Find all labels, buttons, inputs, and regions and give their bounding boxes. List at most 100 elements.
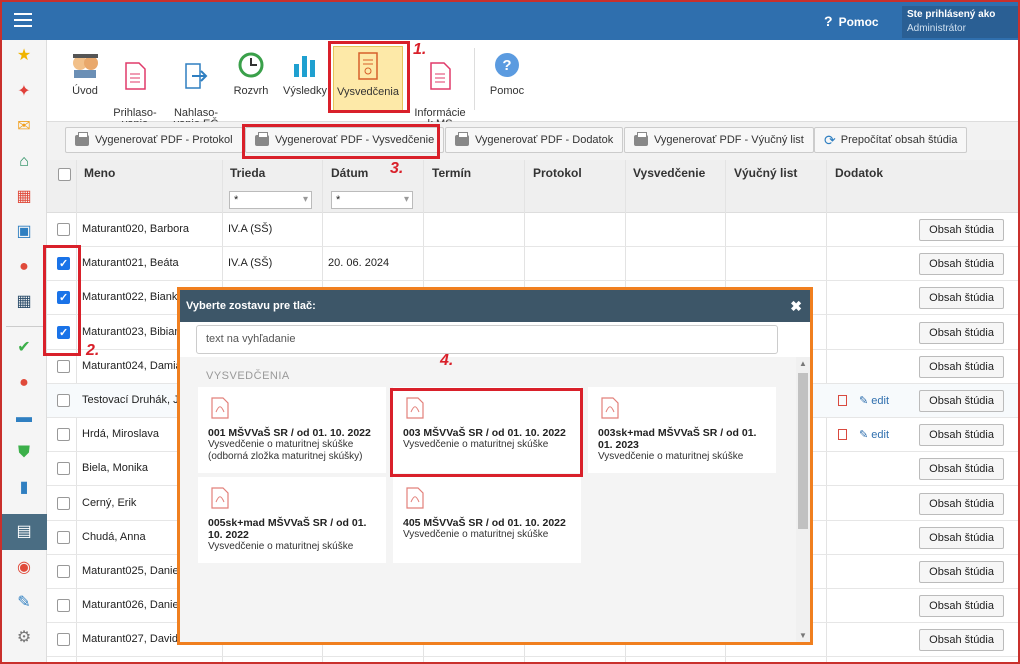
obsah-studia-button[interactable]: Obsah štúdia (919, 492, 1004, 515)
toolbar-label: Úvod (72, 85, 98, 97)
select-all-checkbox[interactable] (58, 168, 71, 181)
row-checkbox[interactable] (57, 462, 70, 476)
obsah-studia-button[interactable]: Obsah štúdia (919, 561, 1004, 583)
menu-icon[interactable] (14, 13, 32, 27)
col-termin[interactable]: Termín (432, 166, 471, 180)
row-checkbox[interactable] (57, 394, 70, 407)
recalculate-button[interactable]: ⟳ Prepočítať obsah štúdia (814, 127, 968, 153)
user-box[interactable]: Ste prihlásený ako Administrátor (902, 6, 1018, 38)
student-name: Biela, Monika (82, 462, 149, 475)
question-icon: ? (824, 13, 833, 29)
table-row[interactable]: Maturant020, Barbora IV.A (SŠ) Obsah štúdi… (47, 213, 1018, 247)
row-checkbox[interactable] (57, 565, 70, 578)
row-checkbox[interactable] (57, 633, 70, 647)
obsah-studia-button[interactable]: Obsah štúdia (919, 526, 1004, 549)
report-card[interactable]: 005sk+mad MŠVVaŠ SR / od 01. 10. 2022 Vys… (198, 477, 386, 563)
pdf-icon (406, 487, 424, 509)
help-link[interactable]: ? Pomoc (824, 13, 879, 29)
row-checkbox[interactable] (57, 223, 70, 236)
button-label: Vygenerovať PDF - Výučný list (654, 134, 804, 146)
chat-icon[interactable]: ◉ (14, 558, 34, 578)
col-vysvedcenie[interactable]: Vysvedčenie (633, 166, 705, 180)
report-desc: Vysvedčenie o maturitnej skúške (208, 541, 354, 552)
generate-vyucny-list-button[interactable]: Vygenerovať PDF - Výučný list (624, 127, 814, 153)
trieda-filter[interactable]: * (229, 191, 312, 209)
mail-icon[interactable]: ✉ (14, 117, 34, 137)
search-input[interactable]: text na vyhľadanie (196, 325, 778, 354)
module-toolbar: Úvod Prihlaso- vanie Nahlaso- vanie EČ R… (47, 40, 1018, 130)
report-card[interactable]: 405 MŠVVaŠ SR / od 01. 10. 2022 Vysvedčen… (393, 477, 581, 563)
toolbar-vysledky[interactable]: Výsledky (279, 46, 331, 97)
scroll-thumb[interactable] (798, 373, 808, 529)
button-label: Vygenerovať PDF - Protokol (95, 134, 233, 146)
generate-dodatok-button[interactable]: Vygenerovať PDF - Dodatok (445, 127, 624, 153)
calendar-icon[interactable]: ▦ (14, 292, 34, 312)
col-protokol[interactable]: Protokol (533, 166, 582, 180)
sidebar-divider (6, 326, 43, 327)
row-checkbox[interactable] (57, 428, 70, 442)
toolbar-label: Výsledky (282, 85, 328, 97)
check-icon[interactable]: ✔ (14, 338, 34, 358)
obsah-studia-button[interactable]: Obsah štúdia (919, 287, 1004, 310)
highlight-generate-button (242, 124, 440, 159)
badge-icon[interactable]: ● (14, 373, 34, 393)
briefcase-icon[interactable]: ▬ (14, 408, 34, 428)
student-name: Maturant024, Damiá (82, 359, 182, 372)
close-icon[interactable]: ✖ (790, 298, 802, 315)
bar-chart-icon[interactable]: ▮ (14, 478, 34, 498)
shield-icon[interactable]: ⛊ (14, 443, 34, 463)
student-name: Maturant020, Barbora (82, 223, 190, 235)
pen-icon[interactable]: ✎ (14, 593, 34, 613)
modal-scrollbar[interactable]: ▲ ▼ (796, 357, 810, 642)
annotation-2: 2. (86, 342, 100, 359)
generate-protokol-button[interactable]: Vygenerovať PDF - Protokol (65, 127, 243, 153)
gear-icon[interactable]: ⚙ (14, 628, 34, 648)
edit-link[interactable]: ✎ edit (838, 428, 889, 441)
highlight-report-card (390, 388, 583, 477)
col-datum[interactable]: Dátum (331, 166, 368, 180)
edit-link[interactable]: ✎ edit (838, 394, 889, 407)
obsah-studia-button[interactable]: Obsah štúdia (919, 390, 1004, 412)
help-icon: ? (492, 50, 522, 80)
report-card[interactable]: 001 MŠVVaŠ SR / od 01. 10. 2022 Vysvedčen… (198, 387, 386, 473)
toolbar-rozvrh[interactable]: Rozvrh (225, 46, 277, 97)
open-book-icon[interactable]: ▤ (14, 522, 34, 542)
home-icon[interactable]: ⌂ (14, 152, 34, 172)
student-name: Maturant022, Bianka (82, 291, 184, 304)
star-icon[interactable]: ★ (14, 46, 34, 66)
table-header: Meno Trieda Dátum Termín Protokol Vysved… (47, 160, 1018, 213)
obsah-studia-button[interactable]: Obsah štúdia (919, 424, 1004, 447)
obsah-studia-button[interactable]: Obsah štúdia (919, 458, 1004, 481)
help-label: Pomoc (838, 15, 879, 29)
toolbar-pomoc[interactable]: ? Pomoc (481, 46, 533, 97)
annotation-1: 1. (413, 41, 427, 58)
col-vyucny-list[interactable]: Výučný list (734, 166, 797, 180)
student-name: Maturant021, Beáta (82, 257, 179, 270)
obsah-studia-button[interactable]: Obsah štúdia (919, 219, 1004, 241)
report-card[interactable]: 003sk+mad MŠVVaŠ SR / od 01. 01. 2023 Vys… (588, 387, 776, 473)
col-dodatok[interactable]: Dodatok (835, 166, 883, 180)
printer-icon (455, 131, 469, 146)
obsah-studia-button[interactable]: Obsah štúdia (919, 355, 1004, 378)
obsah-studia-button[interactable]: Obsah štúdia (919, 321, 1004, 344)
magic-wand-icon[interactable]: ✦ (14, 82, 34, 102)
col-meno[interactable]: Meno (84, 166, 115, 180)
toolbar-uvod[interactable]: Úvod (59, 46, 111, 97)
book-icon[interactable]: ▣ (14, 222, 34, 242)
obsah-studia-button[interactable]: Obsah štúdia (919, 595, 1004, 618)
student-date: 20. 06. 2024 (328, 257, 390, 270)
obsah-studia-button[interactable]: Obsah štúdia (919, 253, 1004, 276)
row-checkbox[interactable] (57, 359, 70, 373)
student-name: Hrdá, Miroslava (82, 428, 160, 441)
user-icon[interactable]: ● (14, 257, 34, 277)
grid-icon[interactable]: ▦ (14, 187, 34, 207)
report-title: 003sk+mad MŠVVaŠ SR / od 01. 01. 2023 (598, 427, 757, 451)
datum-filter[interactable]: * (331, 191, 413, 209)
col-trieda[interactable]: Trieda (230, 166, 265, 180)
row-checkbox[interactable] (57, 530, 70, 544)
obsah-studia-button[interactable]: Obsah štúdia (919, 629, 1004, 652)
sidebar: ★ ✦ ✉ ⌂ ▦ ▣ ● ▦ ✔ ● ▬ ⛊ ▮ ▤ ◉ ✎ ⚙ (2, 40, 47, 662)
row-checkbox[interactable] (57, 496, 70, 510)
table-row[interactable]: Maturant021, Beáta IV.A (SŠ) 20. 06. 2024 O… (47, 247, 1018, 282)
row-checkbox[interactable] (57, 599, 70, 613)
